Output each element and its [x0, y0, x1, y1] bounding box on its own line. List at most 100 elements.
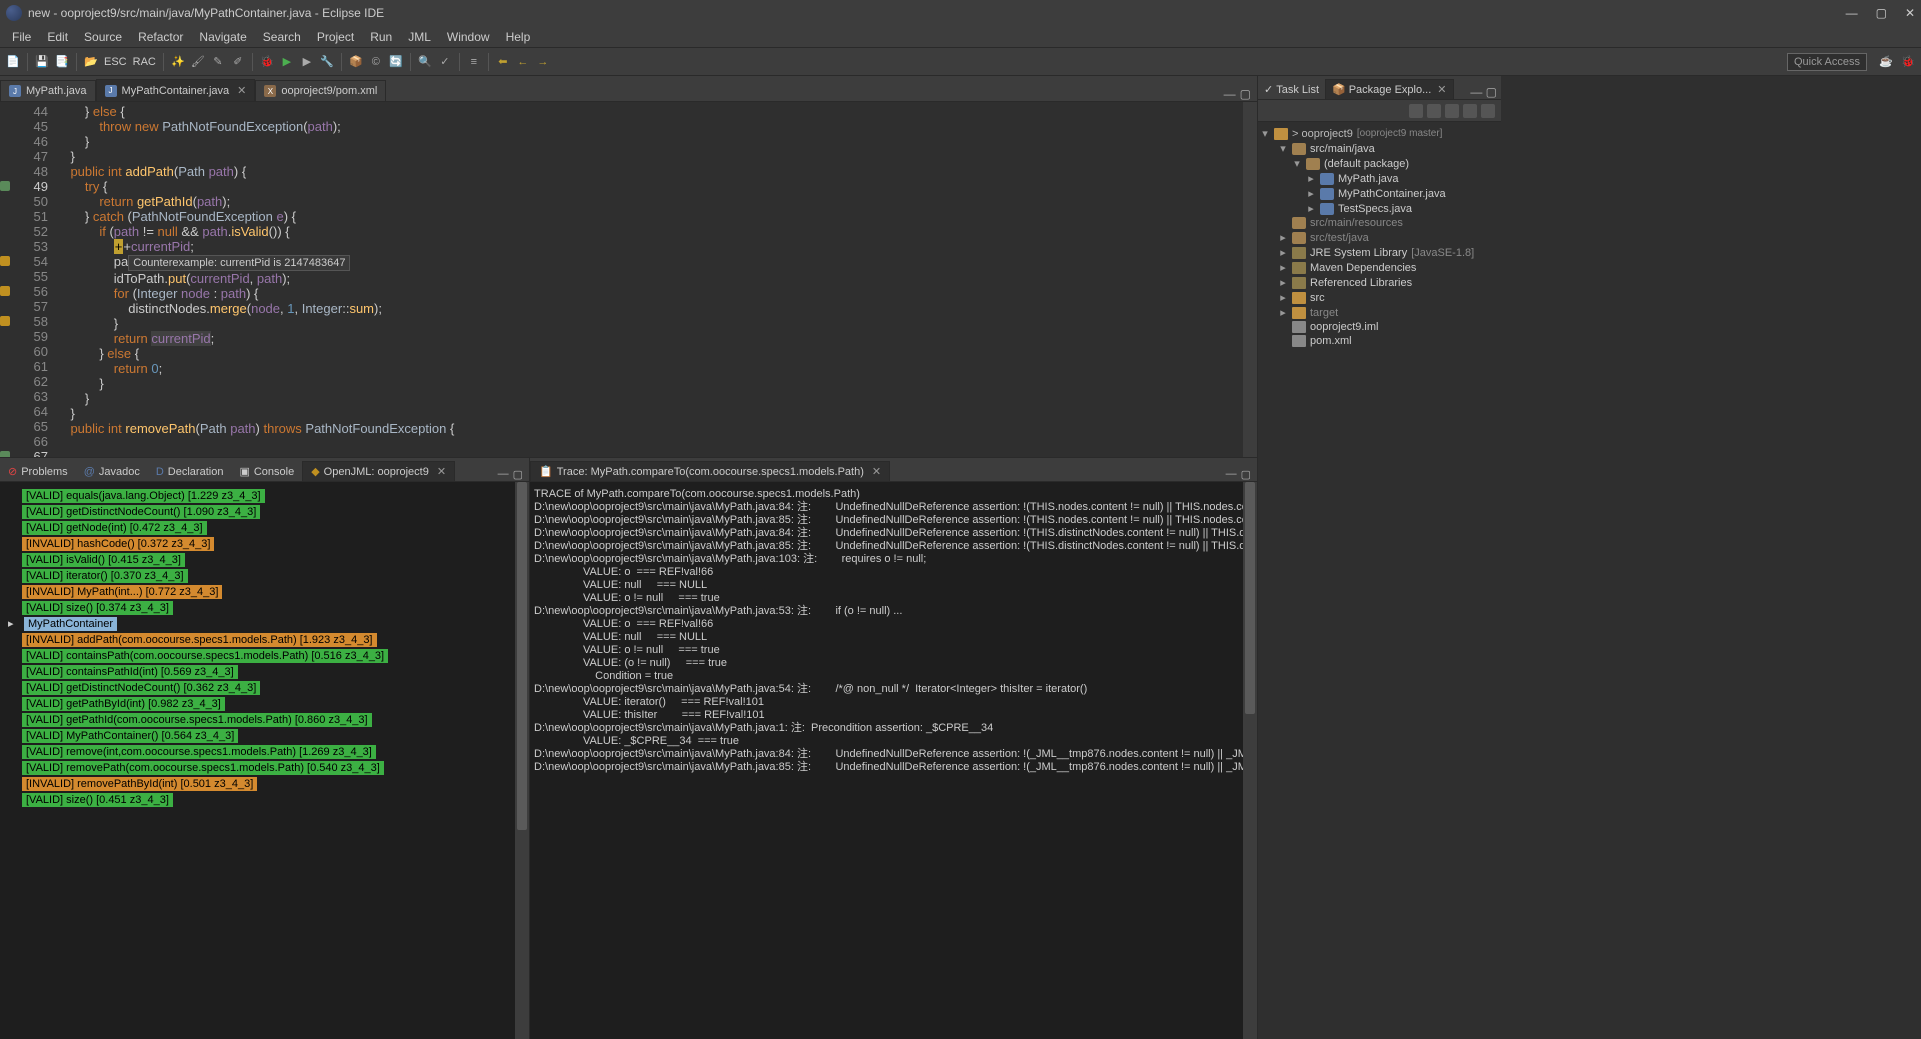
refresh-icon[interactable]: 🔄 — [387, 53, 405, 71]
minimize-view-icon[interactable]: — — [1470, 85, 1482, 99]
back-icon[interactable]: ← — [514, 53, 532, 71]
close-button[interactable]: ✕ — [1905, 6, 1915, 20]
menu-navigate[interactable]: Navigate — [191, 28, 254, 46]
menu-search[interactable]: Search — [255, 28, 309, 46]
esc-button[interactable]: ESC — [102, 56, 129, 68]
xml-file-icon: X — [264, 85, 276, 97]
trace-output[interactable]: TRACE of MyPath.compareTo(com.oocourse.s… — [530, 482, 1257, 1039]
run-icon[interactable]: ▶ — [278, 53, 296, 71]
tree-item[interactable]: ▸Maven Dependencies — [1260, 260, 1499, 275]
tree-item[interactable]: ▸MyPathContainer.java — [1260, 186, 1499, 201]
tab-console[interactable]: ▣Console — [231, 462, 302, 481]
tree-item[interactable]: ooproject9.iml — [1260, 320, 1499, 334]
forward-icon[interactable]: → — [534, 53, 552, 71]
dropdown-icon[interactable] — [1481, 104, 1495, 118]
toggle-mark-icon[interactable]: ✓ — [436, 53, 454, 71]
maximize-button[interactable]: ▢ — [1876, 6, 1887, 20]
editor-tab-pom[interactable]: X ooproject9/pom.xml — [255, 80, 386, 101]
menu-file[interactable]: File — [4, 28, 39, 46]
close-icon[interactable]: ✕ — [1437, 83, 1446, 96]
close-icon[interactable]: ✕ — [872, 465, 881, 478]
scrollbar[interactable] — [515, 482, 529, 1039]
menu-source[interactable]: Source — [76, 28, 130, 46]
overview-ruler[interactable] — [1243, 102, 1257, 457]
tab-trace[interactable]: 📋 Trace: MyPath.compareTo(com.oocourse.s… — [530, 461, 890, 481]
open-type-icon[interactable]: 📂 — [82, 53, 100, 71]
maximize-view-icon[interactable]: ▢ — [1241, 468, 1251, 481]
menu-help[interactable]: Help — [498, 28, 539, 46]
save-all-icon[interactable]: 📑 — [53, 53, 71, 71]
menu-jml[interactable]: JML — [400, 28, 439, 46]
tree-item[interactable]: ▾(default package) — [1260, 156, 1499, 171]
rac-button[interactable]: RAC — [131, 56, 158, 68]
new-package-icon[interactable]: 📦 — [347, 53, 365, 71]
scrollbar[interactable] — [1243, 482, 1257, 1039]
quick-access-input[interactable]: Quick Access — [1787, 53, 1867, 71]
window-title: new - ooproject9/src/main/java/MyPathCon… — [28, 6, 384, 20]
wand-icon[interactable]: ✨ — [169, 53, 187, 71]
trace-icon: 📋 — [539, 465, 553, 478]
tab-problems[interactable]: ⊘Problems — [0, 462, 76, 481]
tree-item[interactable]: ▸MyPath.java — [1260, 171, 1499, 186]
task-icon: ✓ — [1264, 83, 1273, 96]
tree-item[interactable]: ▸JRE System Library [JavaSE-1.8] — [1260, 245, 1499, 260]
tree-item[interactable]: ▸Referenced Libraries — [1260, 275, 1499, 290]
tree-item[interactable]: pom.xml — [1260, 334, 1499, 348]
perspective-debug-icon[interactable]: 🐞 — [1899, 53, 1917, 71]
package-explorer-tree[interactable]: ▾> ooproject9 [ooproject9 master]▾src/ma… — [1258, 122, 1501, 1039]
menu-project[interactable]: Project — [309, 28, 362, 46]
coverage-icon[interactable]: ▶ — [298, 53, 316, 71]
external-tools-icon[interactable]: 🔧 — [318, 53, 336, 71]
editor-tab-mypathcontainer[interactable]: J MyPathContainer.java ✕ — [96, 79, 256, 101]
menu-window[interactable]: Window — [439, 28, 498, 46]
code-editor[interactable]: 4445464748495051525354555657585960616263… — [0, 102, 1257, 457]
search-icon[interactable]: 🔍 — [416, 53, 434, 71]
package-explorer-toolbar — [1258, 100, 1501, 122]
brush-icon[interactable]: 🖌 — [189, 53, 207, 71]
editor-tab-mypath[interactable]: J MyPath.java — [0, 80, 96, 101]
menu-bar: File Edit Source Refactor Navigate Searc… — [0, 26, 1921, 48]
tree-item[interactable]: src/main/resources — [1260, 216, 1499, 230]
new-class-icon[interactable]: © — [367, 53, 385, 71]
annotations-icon[interactable]: ≡ — [465, 53, 483, 71]
package-icon: 📦 — [1332, 83, 1346, 96]
save-icon[interactable]: 💾 — [33, 53, 51, 71]
collapse-all-icon[interactable] — [1409, 104, 1423, 118]
minimize-view-icon[interactable]: — — [1224, 87, 1236, 101]
perspective-java-icon[interactable]: ☕ — [1877, 53, 1895, 71]
tree-item[interactable]: ▸src — [1260, 290, 1499, 305]
maximize-view-icon[interactable]: ▢ — [1486, 85, 1497, 99]
tree-item[interactable]: ▸target — [1260, 305, 1499, 320]
tab-package-explorer[interactable]: 📦Package Explo...✕ — [1325, 79, 1453, 99]
close-icon[interactable]: ✕ — [437, 465, 446, 478]
tab-task-list[interactable]: ✓Task List — [1258, 80, 1325, 99]
tab-openjml[interactable]: ◆OpenJML: ooproject9✕ — [302, 461, 455, 481]
minimize-view-icon[interactable]: — — [1226, 468, 1237, 481]
maximize-view-icon[interactable]: ▢ — [1240, 87, 1251, 101]
new-icon[interactable]: 📄 — [4, 53, 22, 71]
back-history-icon[interactable]: ⬅ — [494, 53, 512, 71]
tab-javadoc[interactable]: @Javadoc — [76, 463, 148, 481]
tree-item[interactable]: ▾src/main/java — [1260, 141, 1499, 156]
debug-icon[interactable]: 🐞 — [258, 53, 276, 71]
openjml-results[interactable]: [VALID] equals(java.lang.Object) [1.229 … — [0, 482, 529, 1039]
right-tabbar: ✓Task List 📦Package Explo...✕ — ▢ — [1258, 76, 1501, 100]
java-file-icon: J — [105, 85, 117, 97]
tab-declaration[interactable]: DDeclaration — [148, 463, 232, 481]
link-editor-icon[interactable] — [1427, 104, 1441, 118]
view-menu-icon[interactable] — [1463, 104, 1477, 118]
focus-task-icon[interactable] — [1445, 104, 1459, 118]
tree-item[interactable]: ▸TestSpecs.java — [1260, 201, 1499, 216]
pencil-icon[interactable]: ✐ — [229, 53, 247, 71]
maximize-view-icon[interactable]: ▢ — [513, 468, 523, 481]
menu-run[interactable]: Run — [362, 28, 400, 46]
menu-edit[interactable]: Edit — [39, 28, 76, 46]
editor-tabbar: J MyPath.java J MyPathContainer.java ✕ X… — [0, 76, 1257, 102]
edit-icon[interactable]: ✎ — [209, 53, 227, 71]
minimize-view-icon[interactable]: — — [498, 468, 509, 481]
tree-item[interactable]: ▸src/test/java — [1260, 230, 1499, 245]
menu-refactor[interactable]: Refactor — [130, 28, 191, 46]
main-toolbar: 📄 💾 📑 📂 ESC RAC ✨ 🖌 ✎ ✐ 🐞 ▶ ▶ 🔧 📦 © 🔄 🔍 … — [0, 48, 1921, 76]
minimize-button[interactable]: — — [1846, 6, 1858, 20]
close-icon[interactable]: ✕ — [237, 84, 246, 97]
